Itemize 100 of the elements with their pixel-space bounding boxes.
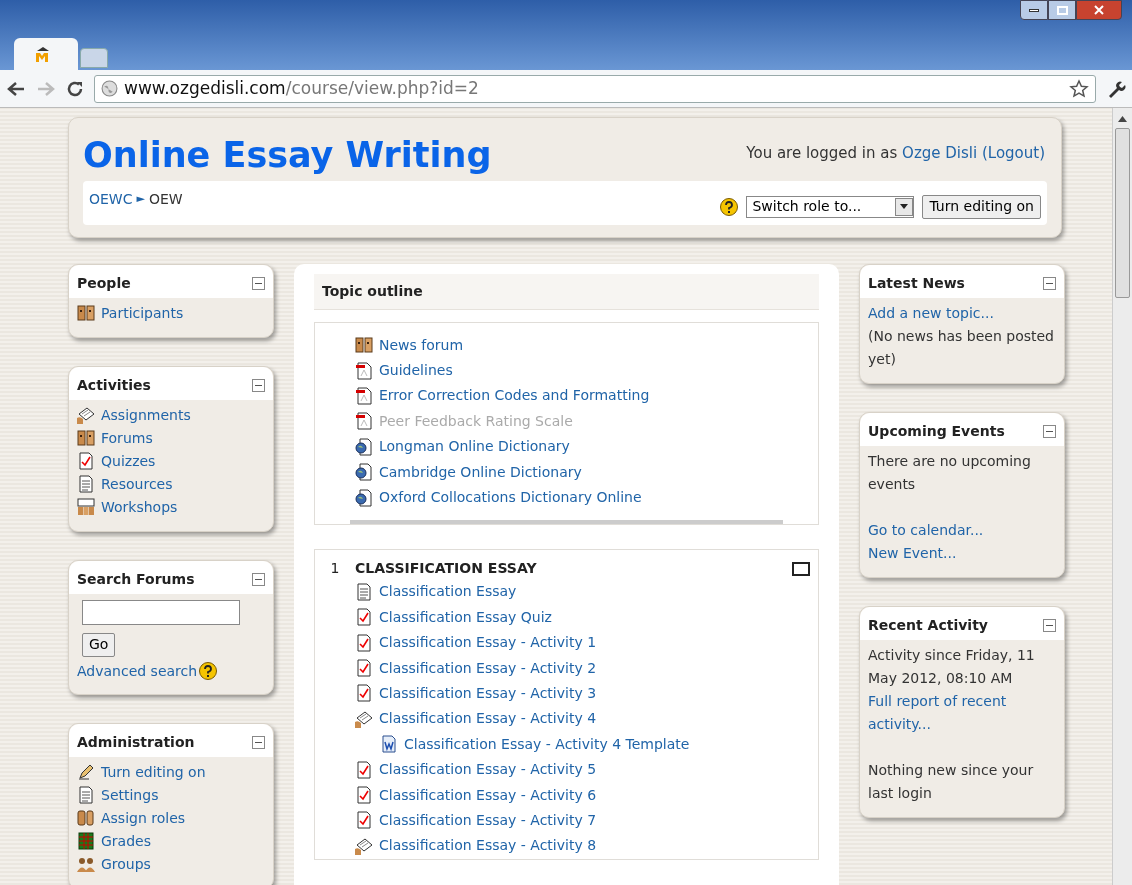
course-link[interactable]: Classification Essay - Activity 7 bbox=[379, 809, 597, 831]
course-link[interactable]: Classification Essay Quiz bbox=[379, 606, 552, 628]
checkmark-document-icon bbox=[355, 684, 373, 703]
papers-hand-icon bbox=[77, 406, 95, 424]
people-icon bbox=[77, 429, 95, 447]
collapse-icon[interactable] bbox=[1043, 618, 1056, 632]
block-link[interactable]: Turn editing on bbox=[101, 761, 206, 783]
scroll-up-icon[interactable] bbox=[1118, 116, 1127, 122]
block-link[interactable]: Participants bbox=[101, 302, 184, 324]
login-info: You are logged in as Ozge Disli (Logout) bbox=[746, 143, 1045, 164]
group-icon bbox=[77, 855, 95, 873]
text-document-icon bbox=[355, 582, 373, 601]
document-icon bbox=[355, 412, 373, 431]
role-select[interactable]: Switch role to... bbox=[746, 195, 915, 218]
advanced-search-link[interactable]: Advanced search bbox=[77, 660, 198, 682]
current-page-text: OEW bbox=[148, 189, 183, 209]
papers-hand-icon bbox=[355, 709, 373, 728]
block-link[interactable]: Grades bbox=[101, 830, 151, 852]
maximize-button[interactable] bbox=[1048, 0, 1076, 20]
block-link[interactable]: Forums bbox=[101, 427, 153, 449]
go-button[interactable]: Go bbox=[82, 632, 116, 657]
block-title: Latest News bbox=[868, 273, 965, 293]
block-title: Activities bbox=[77, 375, 151, 395]
course-link[interactable]: Classification Essay bbox=[379, 581, 517, 603]
block-text: (No news has been posted yet) bbox=[868, 326, 1055, 369]
globe-document-icon bbox=[355, 463, 373, 482]
block-title: Upcoming Events bbox=[868, 421, 1005, 441]
course-link[interactable]: Classification Essay - Activity 4 bbox=[379, 708, 597, 730]
people-icon bbox=[355, 336, 373, 355]
collapse-icon[interactable] bbox=[1043, 276, 1056, 290]
course-link[interactable]: Classification Essay - Activity 8 bbox=[379, 835, 597, 857]
course-link[interactable]: Classification Essay - Activity 2 bbox=[379, 657, 597, 679]
block-link[interactable]: Go to calendar... bbox=[868, 518, 1056, 542]
course-link[interactable]: Error Correction Codes and Formatting bbox=[379, 385, 650, 407]
course-link[interactable]: Cambridge Online Dictionary bbox=[379, 461, 582, 483]
course-link[interactable]: Longman Online Dictionary bbox=[379, 436, 570, 458]
breadcrumb-link[interactable]: OEWC bbox=[89, 188, 133, 210]
block-link[interactable]: New Event... bbox=[868, 541, 1056, 565]
course-link[interactable]: Classification Essay - Activity 1 bbox=[379, 632, 597, 654]
checkmark-document-icon bbox=[355, 786, 373, 805]
topic-outline-header: Topic outline bbox=[314, 273, 819, 310]
document-icon bbox=[355, 361, 373, 380]
checkmark-document-icon bbox=[355, 760, 373, 779]
block-link[interactable]: Add a new topic... bbox=[868, 301, 1056, 325]
block-link[interactable]: Assign roles bbox=[101, 807, 186, 829]
block-text: There are no upcoming events bbox=[868, 451, 1032, 494]
address-bar[interactable]: www.ozgedisli.com/course/view.php?id=2 bbox=[94, 74, 1096, 103]
star-icon[interactable] bbox=[1069, 78, 1089, 99]
course-link[interactable]: News forum bbox=[379, 334, 464, 356]
pencil-icon bbox=[77, 763, 95, 781]
checkmark-document-icon bbox=[355, 633, 373, 652]
course-link[interactable]: Guidelines bbox=[379, 360, 453, 382]
url-text: www.ozgedisli.com/course/view.php?id=2 bbox=[124, 76, 479, 100]
checkmark-document-icon bbox=[355, 608, 373, 627]
help-icon[interactable] bbox=[199, 662, 218, 680]
section-number: 1 bbox=[329, 559, 341, 579]
course-link[interactable]: Classification Essay - Activity 4 Template bbox=[404, 733, 690, 755]
section-title: CLASSIFICATION ESSAY bbox=[355, 559, 537, 579]
block-link[interactable]: Workshops bbox=[101, 496, 178, 518]
course-link[interactable]: Oxford Collocations Dictionary Online bbox=[379, 487, 642, 509]
collapse-icon[interactable] bbox=[252, 735, 265, 749]
spreadsheet-icon bbox=[77, 832, 95, 850]
scrollbar-thumb[interactable] bbox=[1115, 128, 1130, 298]
minimize-button[interactable] bbox=[1020, 0, 1048, 20]
globe-icon bbox=[101, 80, 118, 97]
help-icon[interactable] bbox=[720, 197, 739, 216]
block-link[interactable]: Quizzes bbox=[101, 450, 156, 472]
course-link[interactable]: Classification Essay - Activity 6 bbox=[379, 784, 597, 806]
course-link[interactable]: Classification Essay - Activity 3 bbox=[379, 683, 597, 704]
collapse-icon[interactable] bbox=[252, 378, 265, 392]
people-icon bbox=[77, 304, 95, 322]
logout-link[interactable]: (Logout) bbox=[981, 144, 1045, 162]
back-icon[interactable] bbox=[6, 79, 26, 98]
reload-icon[interactable] bbox=[66, 79, 84, 98]
checkmark-document-icon bbox=[355, 659, 373, 678]
block-link[interactable]: Assignments bbox=[101, 404, 191, 426]
globe-document-icon bbox=[355, 437, 373, 456]
breadcrumb-separator: ► bbox=[136, 190, 145, 207]
word-document-icon bbox=[380, 735, 398, 754]
block-link[interactable]: Settings bbox=[101, 784, 159, 806]
block-title: People bbox=[77, 273, 131, 293]
close-button[interactable] bbox=[1076, 0, 1122, 20]
highlight-toggle[interactable] bbox=[792, 561, 810, 576]
collapse-icon[interactable] bbox=[1043, 424, 1056, 438]
block-text: Activity since Friday, 11 May 2012, 08:10 AM bbox=[868, 645, 1036, 688]
collapse-icon[interactable] bbox=[252, 572, 265, 586]
user-link[interactable]: Ozge Disli bbox=[902, 144, 978, 162]
course-link[interactable]: Classification Essay - Activity 5 bbox=[379, 759, 597, 781]
collapse-icon[interactable] bbox=[252, 276, 265, 290]
block-title: Search Forums bbox=[77, 569, 195, 589]
block-link[interactable]: Resources bbox=[101, 473, 173, 495]
checkmark-document-icon bbox=[77, 452, 95, 470]
papers-hand-icon bbox=[355, 836, 373, 855]
block-title: Administration bbox=[77, 732, 195, 752]
block-link[interactable]: Groups bbox=[101, 853, 151, 875]
block-link[interactable]: Full report of recent activity... bbox=[868, 689, 1056, 736]
people-icon bbox=[77, 809, 95, 827]
search-field[interactable] bbox=[82, 599, 240, 625]
text-document-icon bbox=[77, 786, 95, 804]
turn-editing-button[interactable]: Turn editing on bbox=[922, 194, 1041, 219]
